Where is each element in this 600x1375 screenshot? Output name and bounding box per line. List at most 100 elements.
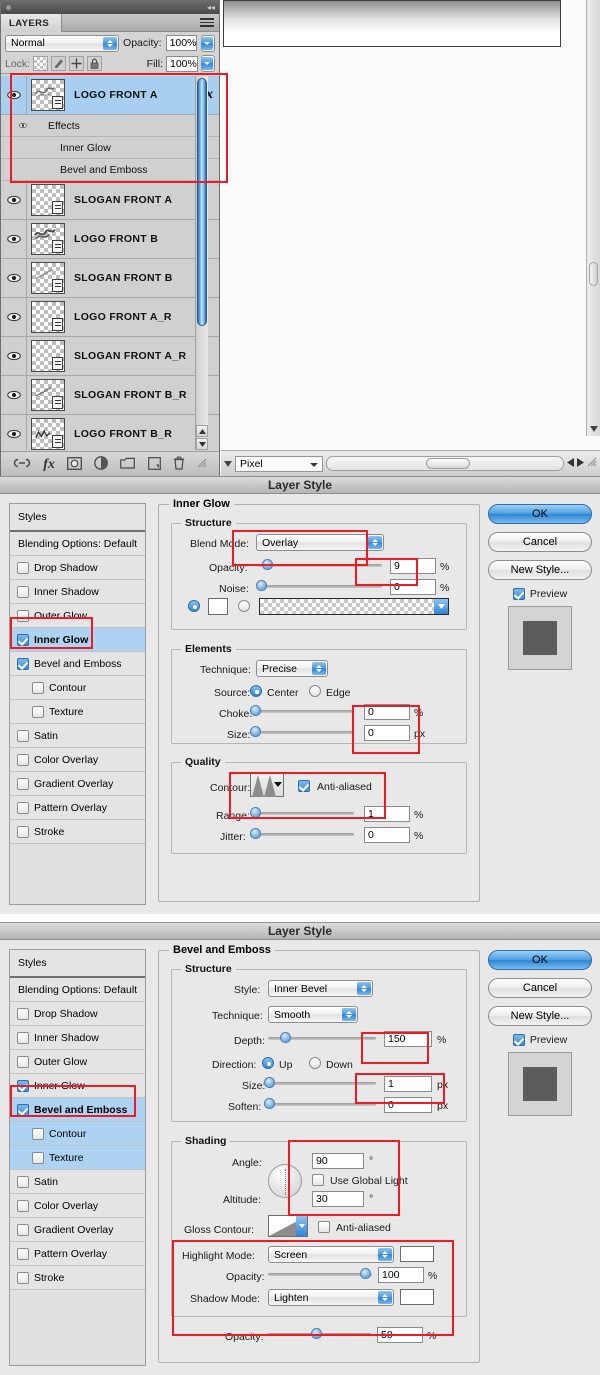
table-row[interactable]: SLOGAN FRONT B <box>1 259 219 298</box>
layer-thumbnail[interactable] <box>31 184 65 216</box>
drop-shadow-checkbox[interactable] <box>17 1007 29 1020</box>
fx-icon[interactable]: fx <box>43 457 55 473</box>
bevel-and-emboss-checkbox[interactable] <box>17 657 29 670</box>
blending-options-item[interactable]: Blending Options: Default <box>10 532 145 556</box>
cancel-button[interactable]: Cancel <box>488 532 592 552</box>
technique-select[interactable]: Precise <box>256 660 328 677</box>
cancel-button[interactable]: Cancel <box>488 978 592 998</box>
lock-image-pixels-icon[interactable] <box>51 56 67 71</box>
layer-thumbnail[interactable] <box>31 223 65 255</box>
style-item-pattern-overlay[interactable]: Pattern Overlay <box>10 1242 145 1266</box>
inner-glow-checkbox[interactable] <box>17 1079 29 1092</box>
opacity-scrubber-button[interactable] <box>201 34 215 52</box>
size-input[interactable]: 0 <box>364 725 410 741</box>
opacity-input[interactable]: 9 <box>390 558 436 574</box>
slider-knob[interactable] <box>311 1328 322 1339</box>
outer-glow-checkbox[interactable] <box>17 609 29 622</box>
texture-checkbox[interactable] <box>32 1151 44 1164</box>
scroll-down-button[interactable] <box>587 422 600 436</box>
table-row[interactable]: SLOGAN FRONT B_R <box>1 376 219 415</box>
style-item-bevel-and-emboss[interactable]: Bevel and Emboss <box>10 1098 145 1122</box>
trash-icon[interactable] <box>173 456 185 473</box>
choke-input[interactable]: 0 <box>364 704 410 720</box>
collapse-panel-icon[interactable]: ◂◂ <box>207 3 215 12</box>
source-center-radio[interactable] <box>250 685 262 697</box>
gradient-overlay-checkbox[interactable] <box>17 777 29 790</box>
shadow-opacity-input[interactable]: 50 <box>377 1327 423 1343</box>
outer-glow-checkbox[interactable] <box>17 1055 29 1068</box>
use-global-light-checkbox[interactable] <box>312 1174 324 1186</box>
style-item-outer-glow[interactable]: Outer Glow <box>10 604 145 628</box>
slider-knob[interactable] <box>280 1032 291 1043</box>
styles-header[interactable]: Styles <box>10 504 145 532</box>
layers-vertical-scrollbar[interactable] <box>195 76 208 450</box>
inner-glow-checkbox[interactable] <box>17 633 29 646</box>
layer-visibility-toggle[interactable] <box>1 181 27 219</box>
scroll-left-button[interactable] <box>567 457 574 470</box>
styles-header[interactable]: Styles <box>10 950 145 978</box>
layer-visibility-toggle[interactable] <box>1 376 27 414</box>
range-slider[interactable] <box>250 806 354 820</box>
table-row[interactable]: LOGO FRONT A_R <box>1 298 219 337</box>
anti-aliased-checkbox[interactable] <box>298 780 310 792</box>
range-input[interactable]: 1 <box>364 806 410 822</box>
highlight-opacity-slider[interactable] <box>268 1267 372 1281</box>
glow-gradient-picker[interactable] <box>259 598 449 615</box>
new-style-button[interactable]: New Style... <box>488 1006 592 1026</box>
unit-select[interactable]: Pixel <box>235 455 323 472</box>
preview-checkbox[interactable] <box>512 588 525 600</box>
style-item-inner-glow[interactable]: Inner Glow <box>10 628 145 652</box>
noise-input[interactable]: 0 <box>390 579 436 595</box>
canvas-horizontal-scrollbar[interactable] <box>326 456 564 471</box>
style-item-inner-shadow[interactable]: Inner Shadow <box>10 580 145 604</box>
resize-grip-icon[interactable] <box>587 457 597 470</box>
slider-knob[interactable] <box>250 726 261 737</box>
highlight-opacity-input[interactable]: 100 <box>378 1267 424 1283</box>
style-item-drop-shadow[interactable]: Drop Shadow <box>10 556 145 580</box>
pattern-overlay-checkbox[interactable] <box>17 801 29 814</box>
layer-thumbnail[interactable] <box>31 340 65 372</box>
list-item[interactable]: Bevel and Emboss <box>1 159 219 181</box>
style-item-color-overlay[interactable]: Color Overlay <box>10 1194 145 1218</box>
contour-checkbox[interactable] <box>32 1127 44 1140</box>
resize-grip-icon[interactable] <box>197 458 207 471</box>
style-item-bevel-and-emboss[interactable]: Bevel and Emboss <box>10 652 145 676</box>
chevron-down-icon[interactable] <box>296 1216 307 1236</box>
ok-button[interactable]: OK <box>488 950 592 970</box>
unit-scrubber-icon[interactable] <box>224 458 232 470</box>
lock-all-icon[interactable] <box>87 56 103 71</box>
scrollbar-thumb[interactable] <box>589 262 598 286</box>
gradient-overlay-checkbox[interactable] <box>17 1223 29 1236</box>
soften-input[interactable]: 0 <box>384 1097 432 1113</box>
size-slider[interactable] <box>250 725 354 739</box>
layer-thumbnail[interactable] <box>31 379 65 411</box>
scroll-right-button[interactable] <box>577 457 584 470</box>
direction-up-radio[interactable] <box>262 1057 274 1069</box>
slider-knob[interactable] <box>250 828 261 839</box>
new-layer-icon[interactable] <box>147 456 161 473</box>
texture-checkbox[interactable] <box>32 705 44 718</box>
layer-thumbnail[interactable] <box>31 301 65 333</box>
source-edge-radio[interactable] <box>309 685 321 697</box>
scrollbar-thumb[interactable] <box>197 78 207 326</box>
layer-visibility-toggle[interactable] <box>1 259 27 297</box>
blend-mode-select[interactable]: Normal <box>5 34 120 52</box>
fill-input[interactable]: 100% <box>166 55 198 72</box>
highlight-color-swatch[interactable] <box>400 1246 434 1262</box>
inner-shadow-checkbox[interactable] <box>17 1031 29 1044</box>
layer-list[interactable]: LOGO FRONT A fx Effects Inner Glow <box>1 76 219 450</box>
table-row[interactable]: SLOGAN FRONT A <box>1 181 219 220</box>
dialog2-styles-list[interactable]: Styles Blending Options: Default Drop Sh… <box>9 949 146 1366</box>
style-item-contour[interactable]: Contour <box>10 1122 145 1146</box>
style-item-texture[interactable]: Texture <box>10 1146 145 1170</box>
style-item-gradient-overlay[interactable]: Gradient Overlay <box>10 1218 145 1242</box>
blending-options-item[interactable]: Blending Options: Default <box>10 978 145 1002</box>
slider-knob[interactable] <box>250 705 261 716</box>
table-row[interactable]: LOGO FRONT B <box>1 220 219 259</box>
soften-slider[interactable] <box>264 1097 376 1111</box>
slider-knob[interactable] <box>264 1098 275 1109</box>
highlight-mode-select[interactable]: Screen <box>268 1246 394 1263</box>
drop-shadow-checkbox[interactable] <box>17 561 29 574</box>
satin-checkbox[interactable] <box>17 729 29 742</box>
layer-thumbnail[interactable] <box>31 79 65 111</box>
